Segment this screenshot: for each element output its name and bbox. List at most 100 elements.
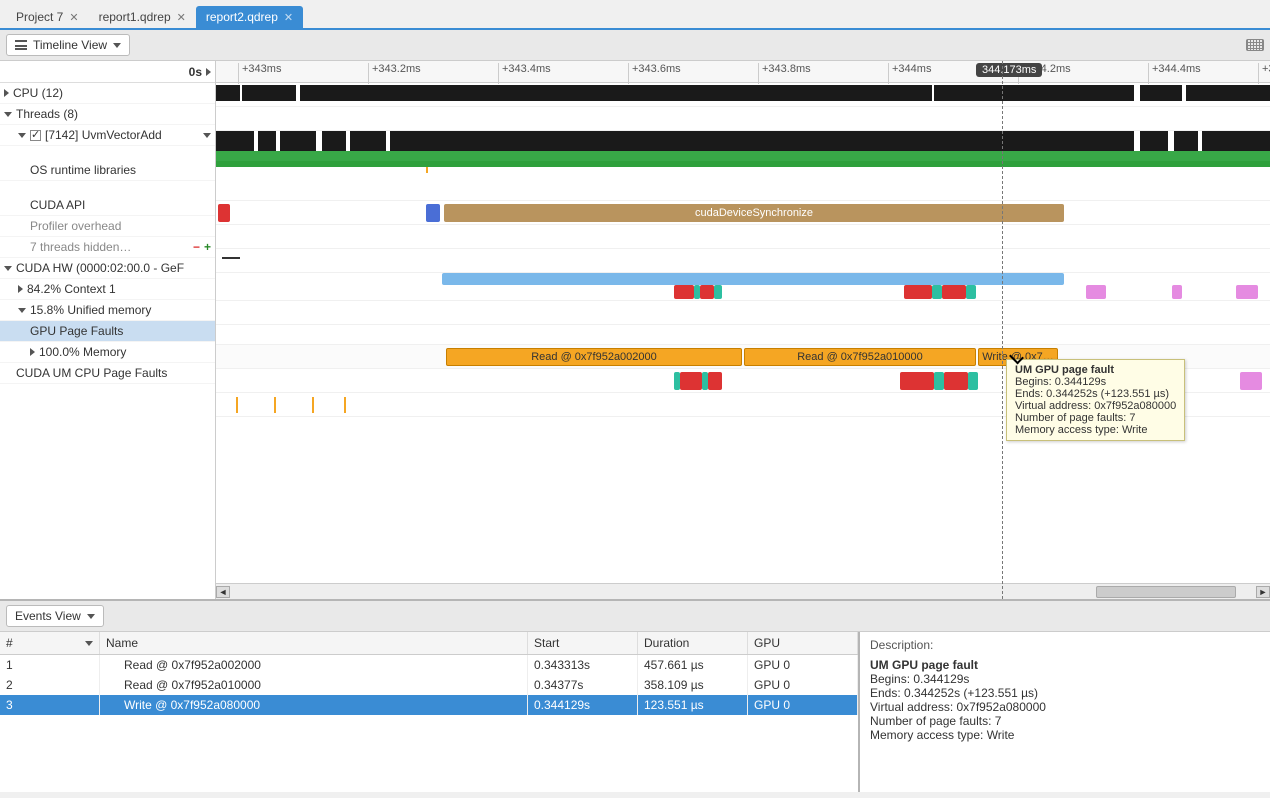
bar-segment[interactable] (714, 285, 722, 299)
bar-segment[interactable] (932, 285, 942, 299)
col-duration[interactable]: Duration (638, 632, 748, 654)
tab-report1[interactable]: report1.qdrep ✕ (89, 6, 196, 28)
tooltip-line: Virtual address: 0x7f952a080000 (1015, 400, 1176, 412)
chevron-down-icon[interactable] (203, 133, 211, 138)
bar-segment[interactable] (1086, 285, 1106, 299)
tree-threads[interactable]: Threads (8) (0, 104, 215, 125)
close-icon[interactable]: ✕ (69, 11, 78, 24)
bar-segment[interactable] (674, 285, 694, 299)
timeline-region: 0s CPU (12) Threads (8) [7142] UvmVector… (0, 61, 1270, 601)
lane-thread[interactable] (216, 131, 1270, 167)
cuda-sync-bar[interactable]: cudaDeviceSynchronize (444, 204, 1064, 222)
tree-memory[interactable]: 100.0% Memory (0, 342, 215, 363)
description-line: Begins: 0.344129s (870, 672, 1260, 686)
col-gpu[interactable]: GPU (748, 632, 858, 654)
table-row[interactable]: 2Read @ 0x7f952a0100000.34377s358.109 µs… (0, 675, 858, 695)
tooltip-line: Begins: 0.344129s (1015, 376, 1176, 388)
tree-label: CUDA API (30, 198, 85, 212)
tree-unified-memory[interactable]: 15.8% Unified memory (0, 300, 215, 321)
tree-header: 0s (0, 61, 215, 83)
tree-cuda-api[interactable]: CUDA API (0, 195, 215, 216)
chevron-right-icon (30, 348, 35, 356)
playhead[interactable] (1002, 61, 1003, 599)
tree-thread-entry[interactable]: [7142] UvmVectorAdd (0, 125, 215, 146)
tree-label: GPU Page Faults (30, 324, 123, 338)
checkbox-checked-icon[interactable] (30, 130, 41, 141)
fault-tick[interactable] (344, 397, 346, 413)
fault-tick[interactable] (236, 397, 238, 413)
col-name[interactable]: Name (100, 632, 528, 654)
tree-label: 84.2% Context 1 (27, 282, 116, 296)
bar-segment[interactable] (442, 273, 1064, 285)
tree-hidden-threads[interactable]: 7 threads hidden… − + (0, 237, 215, 258)
minus-icon[interactable]: − (193, 240, 200, 254)
scroll-right-icon[interactable]: ► (1256, 586, 1270, 598)
tree-cpu[interactable]: CPU (12) (0, 83, 215, 104)
scroll-left-icon[interactable]: ◄ (216, 586, 230, 598)
bar-segment[interactable] (966, 285, 976, 299)
bar-segment[interactable] (218, 204, 230, 222)
description-title: UM GPU page fault (870, 658, 1260, 672)
description-line: Virtual address: 0x7f952a080000 (870, 700, 1260, 714)
chevron-down-icon (4, 112, 12, 117)
time-ruler[interactable]: +343ms +343.2ms +343.4ms +343.6ms +343.8… (216, 61, 1270, 83)
chart-panel[interactable]: +343ms +343.2ms +343.4ms +343.6ms +343.8… (216, 61, 1270, 599)
tree-gpu-page-faults[interactable]: GPU Page Faults (0, 321, 215, 342)
lane-cuda-hw[interactable] (216, 273, 1270, 301)
bar-segment[interactable] (1172, 285, 1182, 299)
lane-cuda-api[interactable]: cudaDeviceSynchronize (216, 201, 1270, 225)
keyboard-icon[interactable] (1246, 39, 1264, 51)
view-select[interactable]: Timeline View (6, 34, 130, 56)
bar-segment[interactable] (944, 372, 968, 390)
tree-profiler-overhead[interactable]: Profiler overhead (0, 216, 215, 237)
ruler-tick: +343ms (238, 63, 281, 84)
bar-segment[interactable] (426, 204, 440, 222)
close-icon[interactable]: ✕ (284, 11, 293, 24)
tab-report2[interactable]: report2.qdrep ✕ (196, 6, 303, 28)
ruler-tick: +343.8ms (758, 63, 811, 84)
chevron-right-icon (4, 89, 9, 97)
page-fault-bar-read2[interactable]: Read @ 0x7f952a010000 (744, 348, 976, 366)
bar-segment[interactable] (934, 372, 944, 390)
tooltip-title: UM GPU page fault (1015, 364, 1176, 376)
lane-context[interactable] (216, 301, 1270, 325)
close-icon[interactable]: ✕ (177, 11, 186, 24)
table-row[interactable]: 3Write @ 0x7f952a0800000.344129s123.551 … (0, 695, 858, 715)
col-num[interactable]: # (0, 632, 100, 654)
tree-um-cpu-pf[interactable]: CUDA UM CPU Page Faults (0, 363, 215, 384)
view-toolbar: Timeline View (0, 30, 1270, 61)
events-view-select[interactable]: Events View (6, 605, 104, 627)
tree-os-runtime[interactable]: OS runtime libraries (0, 160, 215, 181)
chevron-down-icon (87, 614, 95, 619)
hscrollbar[interactable]: ◄ ► (216, 583, 1270, 599)
tree-cuda-hw[interactable]: CUDA HW (0000:02:00.0 - GeF (0, 258, 215, 279)
bar-segment[interactable] (904, 285, 932, 299)
bar-segment[interactable] (680, 372, 702, 390)
lane-os-runtime[interactable] (216, 167, 1270, 201)
col-start[interactable]: Start (528, 632, 638, 654)
bar-segment[interactable] (1236, 285, 1258, 299)
page-fault-bar-read1[interactable]: Read @ 0x7f952a002000 (446, 348, 742, 366)
bar-segment[interactable] (900, 372, 934, 390)
events-header: # Name Start Duration GPU (0, 632, 858, 655)
tree-context[interactable]: 84.2% Context 1 (0, 279, 215, 300)
lane-unified-mem[interactable] (216, 325, 1270, 345)
lane-cpu[interactable] (216, 83, 1270, 107)
bar-segment[interactable] (700, 285, 714, 299)
tab-project7[interactable]: Project 7 ✕ (6, 6, 89, 28)
bar-segment[interactable] (942, 285, 966, 299)
bar-segment[interactable] (1240, 372, 1262, 390)
table-row[interactable]: 1Read @ 0x7f952a0020000.343313s457.661 µ… (0, 655, 858, 675)
fault-tick[interactable] (274, 397, 276, 413)
plus-icon[interactable]: + (204, 240, 211, 254)
tree-panel: 0s CPU (12) Threads (8) [7142] UvmVector… (0, 61, 216, 599)
lane-hidden-threads[interactable] (216, 249, 1270, 273)
fault-tick[interactable] (312, 397, 314, 413)
sort-icon[interactable] (85, 641, 93, 646)
bar-segment[interactable] (708, 372, 722, 390)
cell-name: Read @ 0x7f952a002000 (100, 655, 528, 675)
chevron-down-icon (4, 266, 12, 271)
scroll-thumb[interactable] (1096, 586, 1236, 598)
lane-profiler[interactable] (216, 225, 1270, 249)
bar-segment[interactable] (968, 372, 978, 390)
